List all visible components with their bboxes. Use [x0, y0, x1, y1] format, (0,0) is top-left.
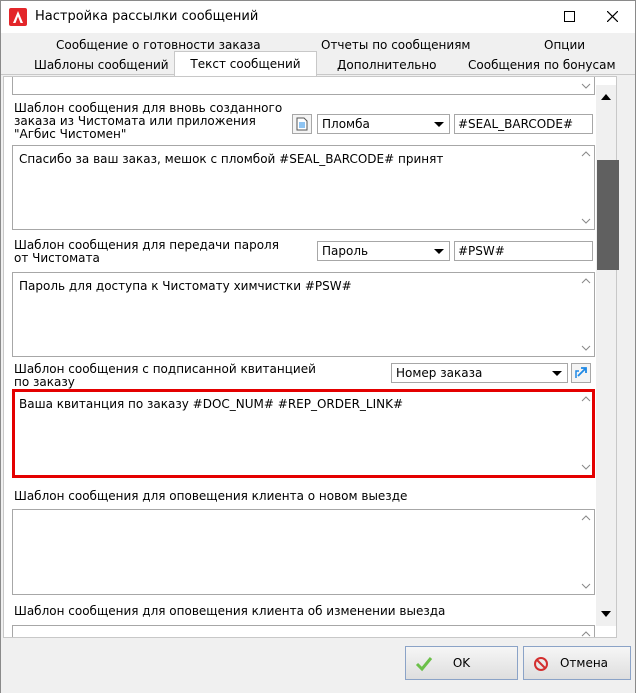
tab-additional[interactable]: Дополнительно	[337, 58, 437, 72]
checkmark-icon	[415, 657, 433, 672]
document-icon	[296, 117, 308, 131]
new-order-template-memo[interactable]: Спасибо за ваш заказ, мешок с пломбой #S…	[12, 145, 595, 230]
tab-bonus-messages[interactable]: Сообщения по бонусам	[468, 58, 616, 72]
highlight-frame	[12, 389, 595, 478]
insert-arrow-icon	[575, 367, 587, 378]
scroll-down-icon	[581, 83, 591, 89]
password-variable-value: Пароль	[322, 244, 369, 258]
tab-message-text-label: Текст сообщений	[190, 57, 301, 71]
new-order-variable-value: Пломба	[322, 117, 370, 131]
scroll-up-icon	[581, 515, 591, 521]
close-icon	[606, 10, 618, 22]
password-variable-field[interactable]: #PSW#	[454, 241, 593, 261]
cancel-icon	[534, 657, 548, 671]
panel-scrollbar[interactable]	[596, 85, 619, 626]
new-visit-template-memo[interactable]	[12, 509, 595, 595]
app-logo-icon	[9, 8, 27, 26]
title-bar: Настройка рассылки сообщений	[1, 1, 635, 33]
scroll-down-icon	[581, 345, 591, 351]
scroll-down-icon	[581, 583, 591, 589]
tab-options[interactable]: Опции	[544, 38, 585, 52]
password-variable-code: #PSW#	[458, 244, 505, 258]
tab-row-bottom: Шаблоны сообщений Текст сообщений Дополн…	[1, 51, 635, 76]
tab-strip: Сообщение о готовности заказа Отчеты по …	[1, 33, 635, 76]
tab-message-reports[interactable]: Отчеты по сообщениям	[321, 38, 470, 52]
password-template-memo[interactable]: Пароль для доступа к Чистомату химчистки…	[12, 272, 595, 357]
tab-message-text[interactable]: Текст сообщений	[174, 51, 317, 76]
insert-variable-button[interactable]	[292, 114, 312, 134]
close-button[interactable]	[590, 1, 634, 31]
receipt-variable-select[interactable]: Номер заказа	[391, 363, 568, 383]
password-template-label: Шаблон сообщения для передачи пароля от …	[14, 238, 279, 265]
previous-template-memo[interactable]	[12, 77, 595, 95]
scroll-up-icon	[581, 278, 591, 284]
scroll-up-icon	[581, 151, 591, 157]
scroll-down-icon[interactable]	[601, 611, 611, 618]
password-variable-select[interactable]: Пароль	[317, 241, 450, 261]
scroll-up-icon[interactable]	[601, 93, 611, 100]
dialog-window: Настройка рассылки сообщений Сообщение о…	[0, 0, 636, 693]
chevron-down-icon	[552, 371, 562, 376]
visit-change-template-memo[interactable]	[12, 625, 595, 637]
scrollbar-thumb[interactable]	[597, 160, 619, 270]
cancel-button[interactable]: Отмена	[523, 646, 631, 680]
maximize-button[interactable]	[547, 1, 591, 31]
chevron-down-icon	[434, 122, 444, 127]
scroll-up-icon	[581, 631, 591, 637]
password-template-text: Пароль для доступа к Чистомату химчистки…	[19, 279, 352, 293]
dialog-footer: OK Отмена	[1, 638, 635, 693]
window-title: Настройка рассылки сообщений	[35, 9, 259, 24]
new-order-template-label: Шаблон сообщения для вновь созданного за…	[14, 101, 283, 141]
new-order-variable-field[interactable]: #SEAL_BARCODE#	[454, 114, 593, 134]
tab-ready-message[interactable]: Сообщение о готовности заказа	[56, 38, 261, 52]
new-order-variable-code: #SEAL_BARCODE#	[458, 117, 574, 131]
tab-message-templates[interactable]: Шаблоны сообщений	[34, 58, 169, 72]
message-text-panel: Шаблон сообщения для вновь созданного за…	[3, 76, 617, 638]
new-order-template-text: Спасибо за ваш заказ, мешок с пломбой #S…	[19, 152, 444, 166]
receipt-variable-value: Номер заказа	[396, 366, 483, 380]
new-visit-template-label: Шаблон сообщения для оповещения клиента …	[14, 489, 408, 503]
scroll-down-icon	[581, 218, 591, 224]
visit-change-template-label: Шаблон сообщения для оповещения клиента …	[14, 604, 446, 618]
maximize-icon	[563, 10, 575, 22]
new-order-variable-select[interactable]: Пломба	[317, 114, 450, 134]
ok-button[interactable]: OK	[405, 646, 518, 680]
receipt-template-label: Шаблон сообщения с подписанной квитанцие…	[14, 362, 316, 389]
chevron-down-icon	[434, 249, 444, 254]
insert-receipt-variable-button[interactable]	[571, 363, 591, 383]
